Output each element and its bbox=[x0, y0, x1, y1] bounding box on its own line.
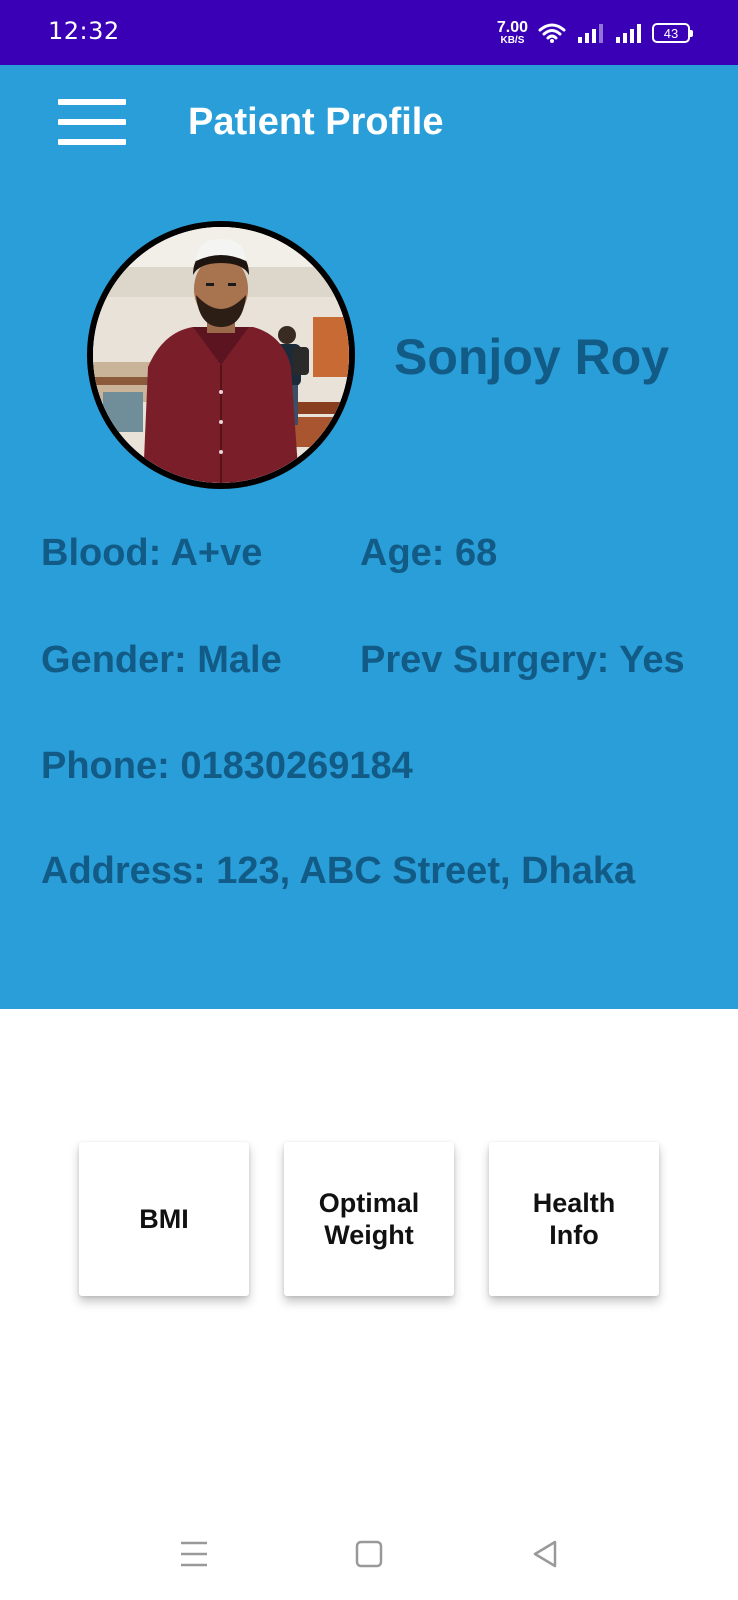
battery-level: 43 bbox=[663, 25, 679, 41]
patient-name: Sonjoy Roy bbox=[394, 329, 670, 385]
wifi-icon bbox=[538, 23, 566, 43]
age: Age: 68 bbox=[360, 532, 498, 574]
bmi-button[interactable]: BMI bbox=[79, 1142, 249, 1296]
profile-panel: Patient Profile Sonjoy Roy Blood: A+ve A… bbox=[0, 65, 738, 1009]
optimal-weight-label-line1: Optimal bbox=[318, 1187, 420, 1218]
hamburger-menu-icon[interactable] bbox=[58, 99, 126, 145]
avatar bbox=[87, 221, 355, 489]
recents-icon[interactable] bbox=[174, 1534, 214, 1574]
gender: Gender: Male bbox=[41, 639, 282, 681]
network-speed-value: 7.00 bbox=[496, 19, 528, 36]
status-icons: 7.00 KB/S 43 bbox=[497, 18, 693, 48]
network-speed-unit: KB/S bbox=[500, 35, 525, 46]
signal-icon bbox=[616, 24, 641, 43]
avatar-photo bbox=[93, 227, 349, 483]
status-time: 12:32 bbox=[48, 17, 120, 45]
status-bar: 12:32 7.00 KB/S 43 bbox=[0, 0, 738, 65]
battery-icon: 43 bbox=[652, 23, 693, 43]
optimal-weight-label-line2: Weight bbox=[324, 1220, 414, 1250]
previous-surgery: Prev Surgery: Yes bbox=[360, 639, 685, 681]
system-nav-bar bbox=[0, 1510, 738, 1600]
page-title: Patient Profile bbox=[188, 101, 444, 143]
signal-icon bbox=[578, 24, 603, 43]
bmi-button-label: BMI bbox=[139, 1203, 189, 1234]
blood-group: Blood: A+ve bbox=[41, 532, 263, 574]
network-speed: 7.00 KB/S bbox=[497, 20, 528, 46]
back-icon[interactable] bbox=[525, 1534, 565, 1574]
address: Address: 123, ABC Street, Dhaka bbox=[41, 850, 636, 892]
health-info-button[interactable]: Health Info bbox=[489, 1142, 659, 1296]
health-info-label-line1: Health bbox=[532, 1187, 616, 1218]
health-info-label-line2: Info bbox=[549, 1220, 599, 1250]
phone: Phone: 01830269184 bbox=[41, 745, 413, 787]
home-icon[interactable] bbox=[349, 1534, 389, 1574]
optimal-weight-button[interactable]: Optimal Weight bbox=[284, 1142, 454, 1296]
